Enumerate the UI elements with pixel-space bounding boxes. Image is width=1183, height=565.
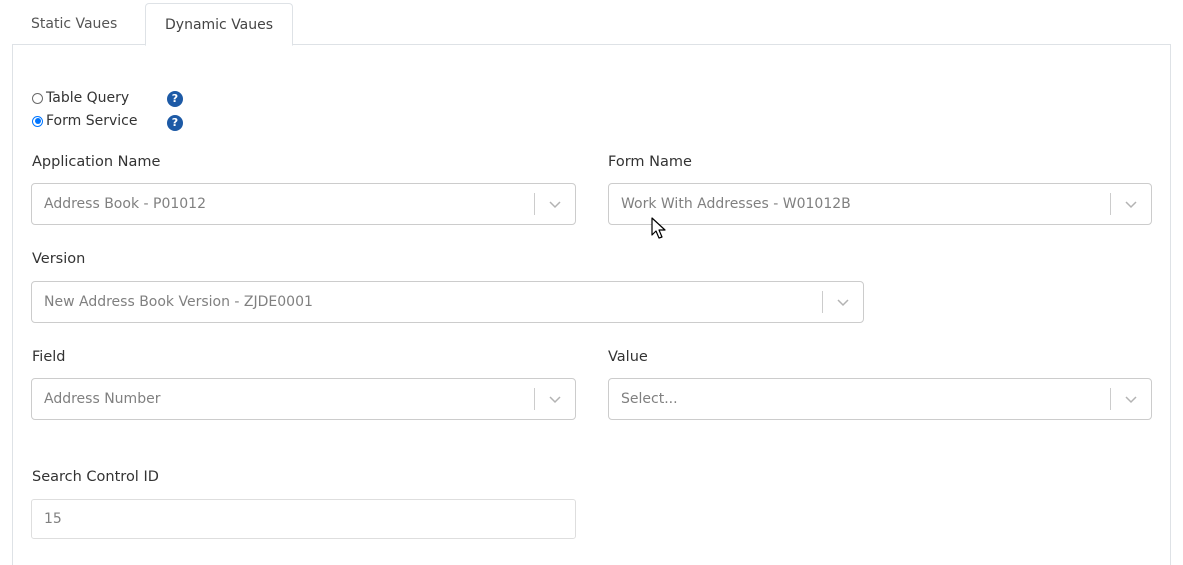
radio-form-service-button[interactable] xyxy=(32,115,43,127)
form-name-label: Form Name xyxy=(608,154,692,170)
chevron-down-icon[interactable] xyxy=(1123,391,1139,407)
application-name-select[interactable]: Address Book - P01012 xyxy=(31,183,576,225)
select-separator xyxy=(534,193,535,215)
select-separator xyxy=(822,291,823,313)
tab-static-values[interactable]: Static Vaues xyxy=(12,3,136,46)
version-label: Version xyxy=(32,251,86,267)
question-circle-icon[interactable]: ? xyxy=(167,91,183,107)
version-value: New Address Book Version - ZJDE0001 xyxy=(44,294,313,310)
field-value: Address Number xyxy=(44,391,161,407)
radio-table-query[interactable]: Table Query xyxy=(32,88,129,108)
chevron-down-icon[interactable] xyxy=(1123,196,1139,212)
value-select[interactable]: Select... xyxy=(608,378,1152,420)
value-placeholder: Select... xyxy=(621,391,678,407)
tab-bar: Static Vaues Dynamic Vaues xyxy=(12,0,1171,46)
application-name-value: Address Book - P01012 xyxy=(44,196,206,212)
field-select[interactable]: Address Number xyxy=(31,378,576,420)
select-separator xyxy=(1110,193,1111,215)
tab-dynamic-values[interactable]: Dynamic Vaues xyxy=(145,3,294,46)
value-label: Value xyxy=(608,349,648,365)
radio-table-query-label: Table Query xyxy=(46,90,130,106)
field-label: Field xyxy=(32,349,66,365)
radio-form-service[interactable]: Form Service xyxy=(32,111,137,131)
select-separator xyxy=(534,388,535,410)
chevron-down-icon[interactable] xyxy=(547,391,563,407)
search-control-id-input[interactable]: 15 xyxy=(31,499,576,539)
form-name-select[interactable]: Work With Addresses - W01012B xyxy=(608,183,1152,225)
version-select[interactable]: New Address Book Version - ZJDE0001 xyxy=(31,281,864,323)
application-name-label: Application Name xyxy=(32,154,161,170)
search-control-id-label: Search Control ID xyxy=(32,469,159,485)
chevron-down-icon[interactable] xyxy=(547,196,563,212)
search-control-id-value: 15 xyxy=(44,511,62,527)
radio-table-query-button[interactable] xyxy=(32,92,43,104)
radio-form-service-label: Form Service xyxy=(46,113,138,129)
mouse-pointer-icon xyxy=(651,217,666,239)
chevron-down-icon[interactable] xyxy=(835,294,851,310)
select-separator xyxy=(1110,388,1111,410)
question-circle-icon[interactable]: ? xyxy=(167,115,183,131)
